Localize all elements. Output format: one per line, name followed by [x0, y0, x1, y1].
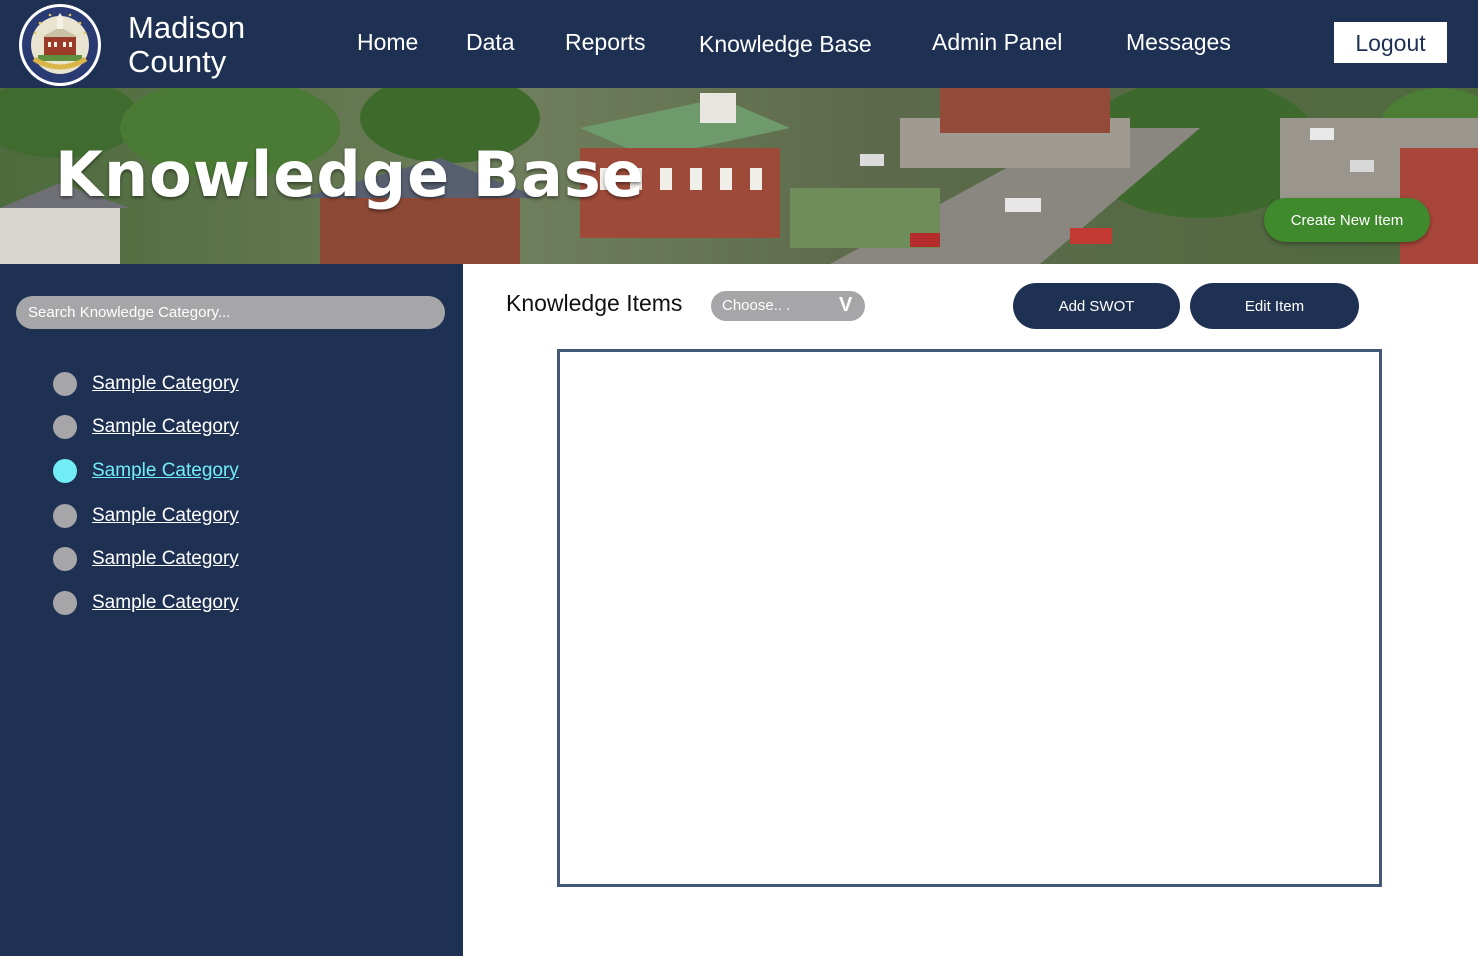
category-label[interactable]: Sample Category — [92, 373, 239, 395]
brand-line-1: Madison — [128, 10, 246, 45]
nav-messages[interactable]: Messages — [1126, 28, 1231, 56]
select-value: Choose.. . — [722, 297, 791, 314]
category-label[interactable]: Sample Category — [92, 505, 239, 527]
knowledge-items-heading: Knowledge Items — [506, 290, 683, 316]
nav-home[interactable]: Home — [357, 28, 418, 56]
page-title: Knowledge Base — [55, 138, 645, 211]
category-item[interactable]: Sample Category — [53, 590, 239, 616]
nav-knowledge-base[interactable]: Knowledge Base — [699, 30, 872, 58]
search-category-input[interactable] — [16, 296, 445, 329]
category-bullet-icon — [53, 372, 77, 396]
category-label[interactable]: Sample Category — [92, 592, 239, 614]
category-item[interactable]: Sample Category — [53, 414, 239, 440]
nav-reports[interactable]: Reports — [565, 28, 646, 56]
category-label[interactable]: Sample Category — [92, 548, 239, 570]
nav-data[interactable]: Data — [466, 28, 515, 56]
category-bullet-icon — [53, 415, 77, 439]
category-label[interactable]: Sample Category — [92, 416, 239, 438]
category-bullet-icon — [53, 547, 77, 571]
category-item[interactable]: Sample Category — [53, 503, 239, 529]
logout-button[interactable]: Logout — [1334, 22, 1447, 63]
chevron-down-icon: V — [839, 294, 853, 316]
add-swot-button[interactable]: Add SWOT — [1013, 283, 1180, 329]
brand-line-2: County — [128, 44, 227, 79]
category-item[interactable]: Sample Category — [53, 546, 239, 572]
knowledge-item-select[interactable]: Choose.. . V — [711, 291, 865, 321]
category-bullet-icon — [53, 504, 77, 528]
top-nav-bar: Madison County Home Data Reports Knowled… — [0, 0, 1478, 88]
county-name[interactable]: Madison County — [128, 11, 245, 79]
hero-banner: Knowledge Base Create New Item — [0, 88, 1478, 264]
category-item-active[interactable]: Sample Category — [53, 458, 239, 484]
knowledge-item-content-panel[interactable] — [557, 349, 1382, 887]
create-new-item-button[interactable]: Create New Item — [1264, 198, 1430, 242]
category-item[interactable]: Sample Category — [53, 371, 239, 397]
category-label[interactable]: Sample Category — [92, 460, 239, 482]
category-sidebar: Sample Category Sample Category Sample C… — [0, 264, 463, 956]
edit-item-button[interactable]: Edit Item — [1190, 283, 1359, 329]
category-bullet-icon — [53, 459, 77, 483]
county-seal-logo[interactable] — [18, 3, 102, 87]
nav-admin-panel[interactable]: Admin Panel — [932, 28, 1062, 56]
category-bullet-icon — [53, 591, 77, 615]
